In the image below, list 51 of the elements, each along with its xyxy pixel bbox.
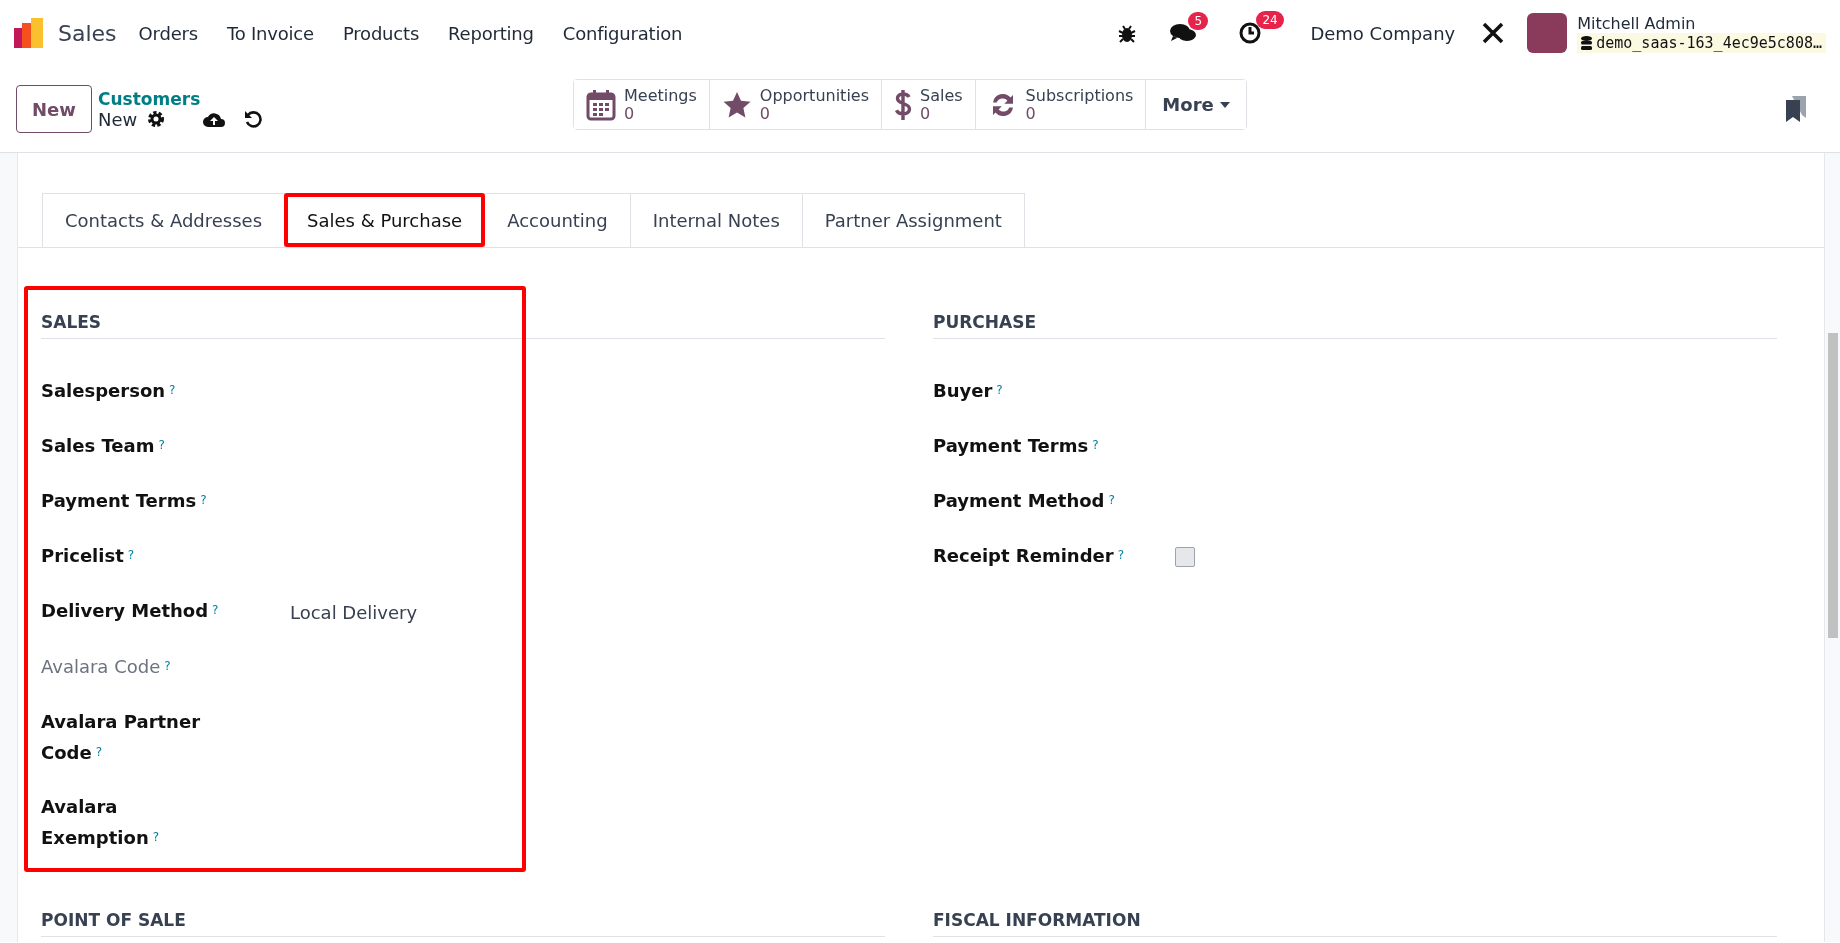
scrollbar[interactable]: [1824, 153, 1840, 942]
notification-badge: 24: [1256, 11, 1284, 29]
company-name[interactable]: Demo Company: [1310, 22, 1456, 44]
tab[interactable]: Accounting: [484, 193, 631, 247]
breadcrumb-link[interactable]: Customers: [98, 88, 264, 109]
clock-icon[interactable]: [1238, 21, 1263, 45]
field-label: Salesperson $^{?}$: [41, 379, 177, 403]
notification-badge: 5: [1188, 12, 1208, 30]
section-title: POINT OF SALE: [41, 910, 885, 937]
menu-item[interactable]: To Invoice: [226, 22, 314, 44]
gear-icon[interactable]: [147, 110, 166, 128]
menu-item[interactable]: Orders: [138, 22, 198, 44]
field-value[interactable]: Local Delivery: [290, 595, 418, 628]
calendar-icon: [586, 88, 616, 121]
chat-icon[interactable]: [1170, 22, 1197, 44]
menu-item[interactable]: Configuration: [562, 22, 683, 44]
bookmark-icon[interactable]: [1786, 96, 1806, 122]
database-name: demo_saas-163_4ec9e5c808…: [1577, 32, 1826, 53]
app-logo[interactable]: [14, 18, 44, 48]
undo-icon[interactable]: [243, 109, 264, 129]
record-name: New: [98, 108, 138, 130]
field-label: Pricelist $^{?}$: [41, 544, 136, 568]
field-label: Delivery Method $^{?}$: [41, 599, 220, 623]
user-name[interactable]: Mitchell Admin: [1577, 13, 1826, 33]
field-label: Avalara Exemption $^{?}$: [41, 795, 161, 850]
bug-icon[interactable]: [1118, 23, 1137, 43]
menu-item[interactable]: Products: [342, 22, 420, 44]
field-label: Buyer $^{?}$: [933, 379, 1004, 403]
avatar[interactable]: [1527, 13, 1568, 53]
caret-icon: [1219, 101, 1230, 108]
database-icon: [1581, 35, 1593, 50]
tab[interactable]: Contacts & Addresses: [42, 193, 286, 247]
new-button[interactable]: New: [16, 85, 92, 133]
field-label: Sales Team $^{?}$: [41, 434, 166, 458]
section-title: PURCHASE: [933, 312, 1777, 339]
checkbox[interactable]: [1175, 547, 1196, 567]
tab[interactable]: Sales & Purchase: [284, 193, 486, 247]
field-label: Payment Terms $^{?}$: [41, 489, 208, 513]
dollar-icon: [894, 87, 912, 122]
smart-button[interactable]: Meetings 0: [574, 80, 710, 129]
field-label: Receipt Reminder $^{?}$: [933, 544, 1125, 568]
section-title: FISCAL INFORMATION: [933, 910, 1777, 937]
section-title: SALES: [41, 312, 885, 339]
cloud-upload-icon[interactable]: [203, 111, 226, 127]
menu-item[interactable]: Reporting: [448, 22, 534, 44]
tab[interactable]: Partner Assignment: [801, 193, 1025, 247]
field-label: Payment Terms $^{?}$: [933, 434, 1100, 458]
field-label: Payment Method $^{?}$: [933, 489, 1116, 513]
field-label: Avalara Partner Code $^{?}$: [41, 710, 201, 765]
app-name[interactable]: Sales: [58, 20, 117, 46]
field-label: Avalara Code $^{?}$: [41, 655, 172, 679]
